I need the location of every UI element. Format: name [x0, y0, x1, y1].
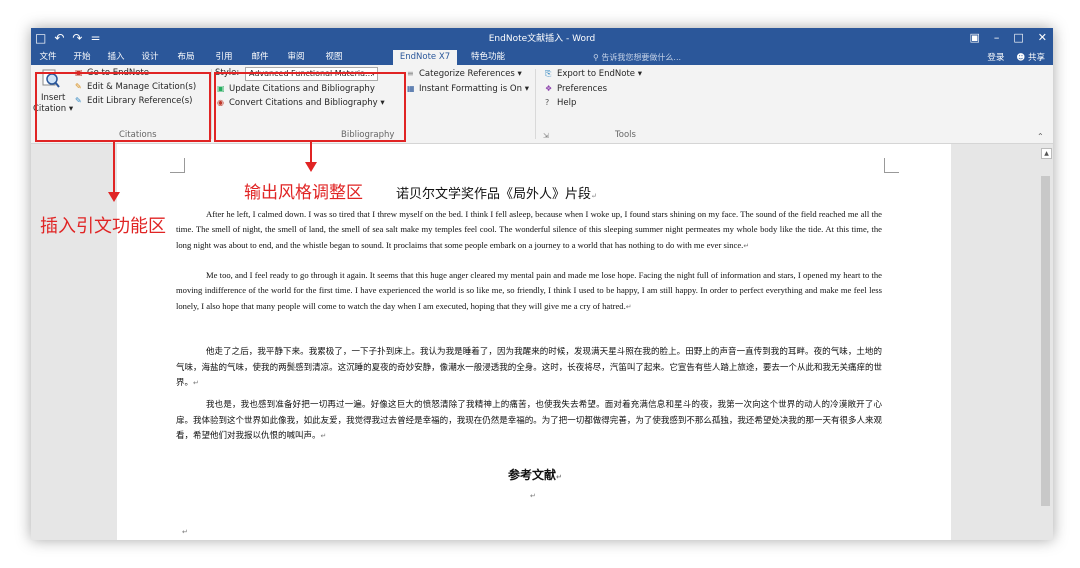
chinese-paragraph-2: 我也是，我也感到准备好把一切再过一遍。好像这巨大的愤怒清除了我精神上的痛苦，也使…	[176, 398, 882, 445]
chinese-paragraph-2-text: 我也是，我也感到准备好把一切再过一遍。好像这巨大的愤怒清除了我精神上的痛苦，也使…	[176, 400, 882, 442]
references-heading-text: 参考文献	[508, 468, 557, 482]
paragraph-mark: ↵	[556, 473, 562, 481]
title-bar: □ ↶ ↷ = EndNote文献插入 - Word ▣ – □ ✕	[31, 28, 1053, 48]
share-button[interactable]: ☻ 共享	[1016, 51, 1045, 63]
help-icon: ?	[545, 98, 550, 107]
paragraph-mark: ↵	[743, 241, 750, 250]
tab-special-features[interactable]: 特色功能	[463, 50, 513, 65]
tab-layout[interactable]: 布局	[173, 50, 199, 65]
minimize-button[interactable]: –	[994, 30, 1000, 46]
chinese-paragraph-1: 他走了之后，我平静下来。我累极了，一下子扑到床上。我认为我是睡着了，因为我醒来的…	[176, 345, 882, 392]
share-label: 共享	[1027, 53, 1045, 63]
tell-me-search[interactable]: ⚲ 告诉我您想要做什么...	[593, 52, 681, 63]
preferences-button[interactable]: ❖ Preferences	[545, 83, 607, 95]
export-to-endnote-button[interactable]: ⎘ Export to EndNote ▾	[545, 68, 642, 80]
paragraph-mark: ↵	[182, 528, 188, 536]
tab-references[interactable]: 引用	[211, 50, 237, 65]
page-corner-mark	[170, 158, 185, 173]
instant-formatting-label: Instant Formatting is On ▾	[419, 84, 529, 94]
tab-file[interactable]: 文件	[35, 50, 61, 65]
window-title: EndNote文献插入 - Word	[488, 34, 596, 44]
english-paragraph-1-text: After he left, I calmed down. I was so t…	[176, 209, 882, 250]
paragraph-mark: ↵	[320, 432, 327, 441]
ribbon-tabs: 文件 开始 插入 设计 布局 引用 邮件 审阅 视图 EndNote X7 特色…	[31, 48, 1053, 65]
references-heading: 参考文献↵	[508, 466, 562, 483]
categorize-references-label: Categorize References ▾	[419, 69, 522, 79]
english-paragraph-2: Me too, and I feel ready to go through i…	[176, 268, 882, 315]
annotation-arrow-head	[108, 192, 120, 202]
preferences-label: Preferences	[557, 84, 607, 94]
tab-mailings[interactable]: 邮件	[247, 50, 273, 65]
export-to-endnote-label: Export to EndNote ▾	[557, 69, 643, 79]
insert-citation-annotation: 插入引文功能区	[40, 216, 166, 237]
tab-home[interactable]: 开始	[69, 50, 95, 65]
tab-design[interactable]: 设计	[137, 50, 163, 65]
tab-endnote-x7[interactable]: EndNote X7	[393, 50, 457, 65]
paragraph-mark: ↵	[625, 302, 632, 311]
instant-formatting-button[interactable]: ▦ Instant Formatting is On ▾	[407, 83, 529, 95]
close-button[interactable]: ✕	[1038, 30, 1047, 46]
page-corner-mark	[884, 158, 899, 173]
paragraph-mark: ↵	[591, 192, 597, 200]
annotation-arrow-shaft	[113, 141, 115, 193]
citations-highlight-box	[35, 72, 211, 142]
maximize-button[interactable]: □	[1013, 30, 1023, 46]
instant-formatting-icon: ▦	[407, 84, 415, 93]
menu-right: 登录 ☻ 共享	[987, 51, 1045, 63]
preferences-icon: ❖	[545, 84, 553, 93]
tab-review[interactable]: 审阅	[283, 50, 309, 65]
tab-insert[interactable]: 插入	[103, 50, 129, 65]
english-paragraph-1: After he left, I calmed down. I was so t…	[176, 207, 882, 254]
document-title: 诺贝尔文学奖作品《局外人》片段↵	[396, 183, 597, 202]
scroll-up-icon[interactable]: ▲	[1041, 148, 1052, 159]
vertical-scrollbar[interactable]: ▲	[1040, 146, 1052, 538]
paragraph-mark: ↵	[193, 379, 199, 388]
document-title-text: 诺贝尔文学奖作品《局外人》片段	[396, 187, 592, 202]
collapse-ribbon-icon[interactable]: ⌃	[1037, 131, 1044, 142]
dialog-launcher-icon[interactable]: ⇲	[543, 131, 549, 142]
chinese-paragraph-1-text: 他走了之后，我平静下来。我累极了，一下子扑到床上。我认为我是睡着了，因为我醒来的…	[176, 347, 882, 389]
bibliography-highlight-box	[214, 72, 406, 142]
paragraph-mark: ↵	[530, 492, 536, 500]
categorize-references-button[interactable]: ≡ Categorize References ▾	[407, 68, 522, 80]
tell-me-text: 告诉我您想要做什么...	[601, 53, 682, 62]
user-icon: ☻	[1016, 53, 1028, 63]
ribbon-display-options-icon[interactable]: ▣	[969, 30, 979, 46]
help-button[interactable]: ? Help	[545, 97, 576, 109]
categorize-icon: ≡	[407, 69, 414, 78]
annotation-arrow-shaft	[310, 141, 312, 163]
english-paragraph-2-text: Me too, and I feel ready to go through i…	[176, 270, 882, 311]
group-divider	[535, 69, 536, 139]
export-icon: ⎘	[545, 69, 552, 78]
annotation-arrow-head	[305, 162, 317, 172]
sign-in-link[interactable]: 登录	[987, 51, 1004, 63]
tab-view[interactable]: 视图	[321, 50, 347, 65]
tools-group-label: Tools	[615, 130, 636, 140]
window-controls: ▣ – □ ✕	[969, 30, 1047, 46]
scrollbar-thumb[interactable]	[1041, 176, 1050, 506]
group-divider	[211, 69, 212, 139]
help-label: Help	[557, 98, 577, 108]
output-style-annotation: 输出风格调整区	[244, 183, 363, 203]
